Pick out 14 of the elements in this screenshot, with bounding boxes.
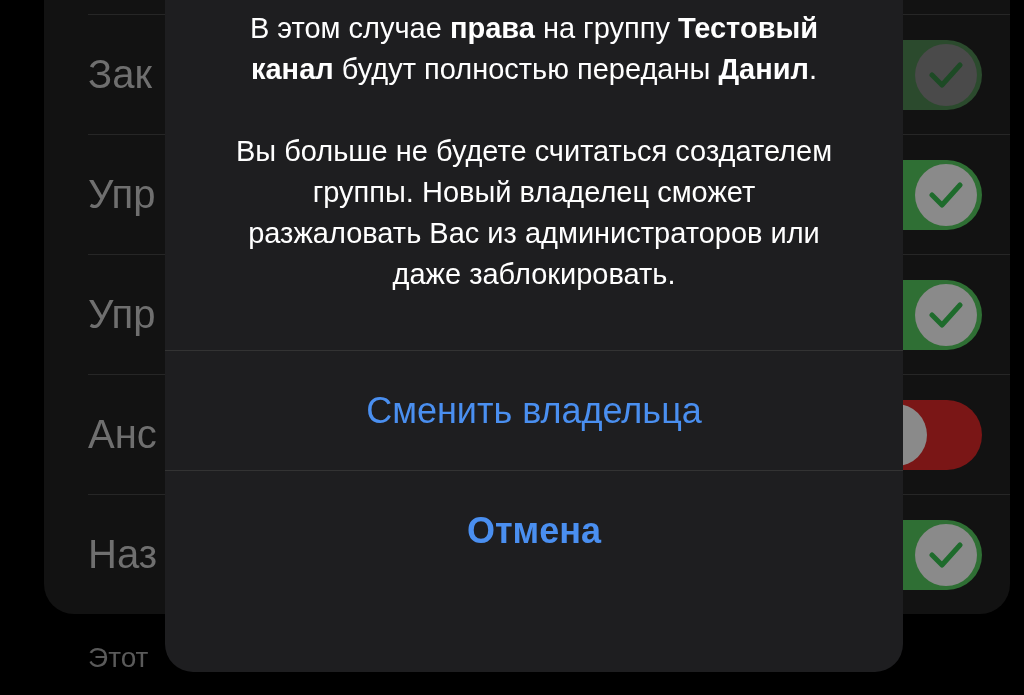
- action-button[interactable]: Сменить владельца: [165, 350, 903, 470]
- alert-message: В этом случае права на группу Тестовый канал будут полностью переданы Данил.: [248, 11, 820, 87]
- check-icon: [929, 301, 963, 328]
- check-icon: [929, 541, 963, 568]
- row-label: Упр: [88, 172, 156, 217]
- check-icon: [929, 181, 963, 208]
- check-icon: [929, 61, 963, 88]
- cancel-button[interactable]: Отмена: [165, 470, 903, 590]
- row-label: Упр: [88, 292, 156, 337]
- row-label: Анс: [88, 412, 157, 457]
- row-label: Зак: [88, 52, 152, 97]
- alert-message: Вы больше не будете считаться создателем группы. Новый владелец сможет разжаловать Вас из администраторов или даже заблокировать.: [234, 134, 834, 292]
- footer-text: Этот: [88, 642, 150, 674]
- row-label: Наз: [88, 532, 158, 577]
